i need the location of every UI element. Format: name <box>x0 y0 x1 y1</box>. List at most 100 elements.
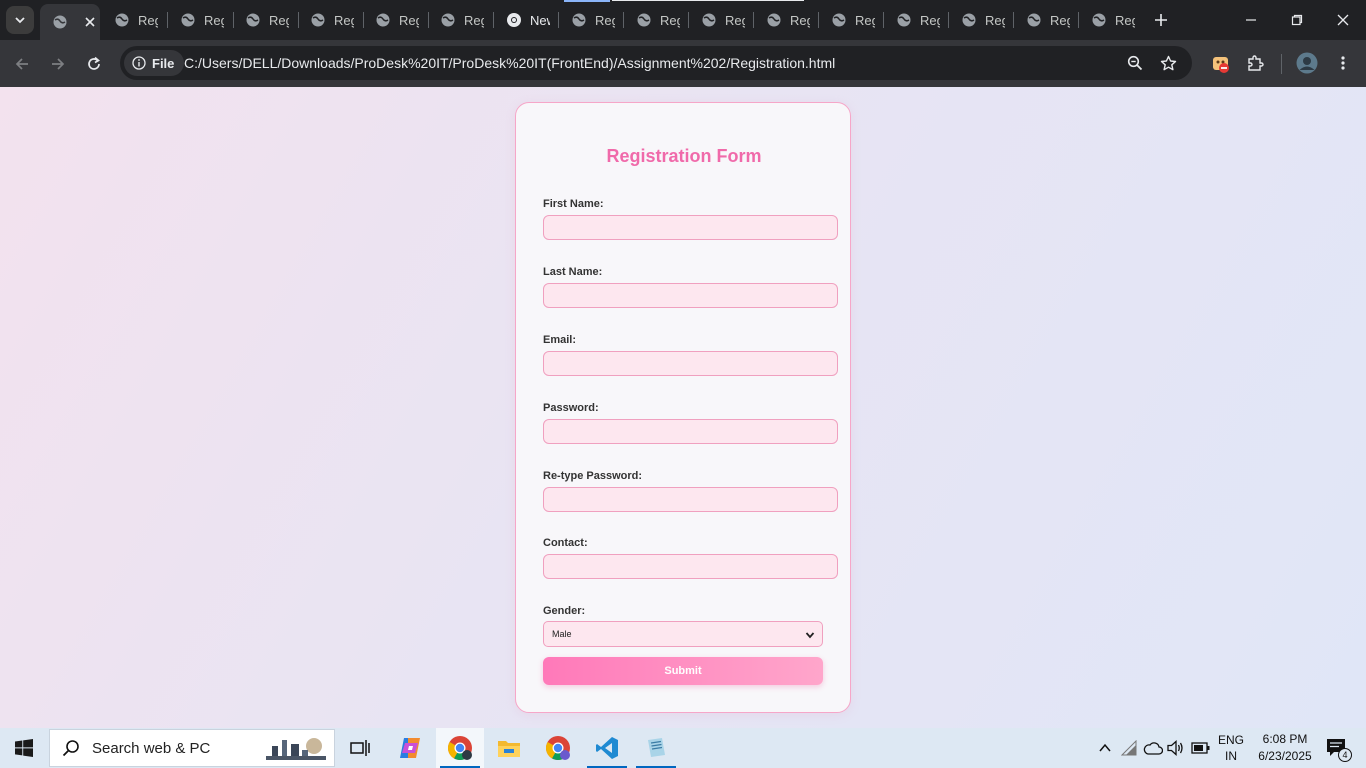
tab-label: Reg <box>399 12 419 28</box>
clock-date[interactable]: 6/23/2025 <box>1252 749 1318 763</box>
globe-icon <box>53 15 67 29</box>
minimize-button[interactable] <box>1228 0 1274 40</box>
retype-password-input[interactable] <box>543 487 838 512</box>
extension-blocker-icon <box>1213 57 1229 73</box>
input-language[interactable]: ENG <box>1214 733 1248 747</box>
chrome-profile-taskbar-button[interactable] <box>534 728 582 768</box>
clock-time[interactable]: 6:08 PM <box>1252 732 1318 746</box>
tab-reg-14[interactable]: Reg <box>1014 4 1078 36</box>
globe-icon <box>1092 13 1106 27</box>
tab-reg-11[interactable]: Reg <box>819 4 883 36</box>
network-button[interactable] <box>1120 738 1140 758</box>
globe-icon <box>376 13 390 27</box>
cloud-icon <box>1143 742 1163 755</box>
close-window-button[interactable] <box>1320 0 1366 40</box>
tab-search-button[interactable] <box>6 6 34 34</box>
tab-reg-7[interactable]: Reg <box>559 4 623 36</box>
form-title: Registration Form <box>606 146 762 166</box>
input-region[interactable]: IN <box>1214 749 1248 763</box>
plus-icon <box>1155 14 1167 26</box>
tab-label: Reg <box>790 12 810 28</box>
email-label: Email: <box>543 334 577 346</box>
battery-icon <box>1191 742 1210 754</box>
tab-reg-4[interactable]: Reg <box>298 4 362 36</box>
gender-select[interactable]: Male <box>543 621 823 647</box>
notepad-taskbar-button[interactable] <box>632 728 680 768</box>
tab-reg-13[interactable]: Reg <box>949 4 1013 36</box>
tab-reg-5[interactable]: Reg <box>363 4 427 36</box>
file-explorer-button[interactable] <box>485 728 533 768</box>
globe-icon <box>832 13 846 27</box>
chevron-down-icon <box>15 17 25 24</box>
reload-button[interactable] <box>78 48 110 80</box>
tab-reg-6[interactable]: Reg <box>428 4 492 36</box>
submit-button[interactable]: Submit <box>543 657 823 685</box>
registration-card: Registration Form First Name: Last Name:… <box>515 102 851 713</box>
menu-button[interactable] <box>1331 51 1355 75</box>
start-button[interactable] <box>0 728 48 768</box>
folder-icon <box>498 741 520 757</box>
back-button[interactable] <box>6 48 38 80</box>
onedrive-button[interactable] <box>1143 738 1163 758</box>
last-name-input[interactable] <box>543 283 838 308</box>
tab-active[interactable] <box>40 4 100 40</box>
profile-button[interactable] <box>1295 51 1319 75</box>
globe-icon <box>115 13 129 27</box>
contact-input[interactable] <box>543 554 838 579</box>
globe-icon <box>572 13 586 27</box>
info-icon <box>132 56 146 70</box>
copilot-icon <box>400 738 420 758</box>
site-chip-label: File <box>152 55 175 71</box>
show-hidden-icons-button[interactable] <box>1095 738 1115 758</box>
tab-reg-2[interactable]: Reg <box>168 4 232 36</box>
forward-button[interactable] <box>42 48 74 80</box>
extensions-button[interactable] <box>1243 51 1267 75</box>
wifi-icon <box>1121 740 1137 756</box>
globe-icon <box>767 13 781 27</box>
site-info-chip[interactable]: File <box>124 50 185 76</box>
globe-icon <box>897 13 911 27</box>
battery-button[interactable] <box>1191 738 1211 758</box>
vscode-taskbar-button[interactable] <box>583 728 631 768</box>
first-name-input[interactable] <box>543 215 838 240</box>
kebab-menu-icon <box>1341 56 1345 70</box>
zoom-button[interactable] <box>1125 53 1145 73</box>
password-label: Password: <box>543 402 599 414</box>
tab-reg-8[interactable]: Reg <box>624 4 688 36</box>
restore-button[interactable] <box>1274 0 1320 40</box>
last-name-label: Last Name: <box>543 266 603 278</box>
gender-selected-value: Male <box>552 629 572 639</box>
tab-reg-3[interactable]: Reg <box>233 4 297 36</box>
address-bar[interactable]: File C:/Users/DELL/Downloads/ProDesk%20I… <box>120 46 1192 80</box>
chrome-icon <box>447 736 472 761</box>
tab-reg-10[interactable]: Reg <box>754 4 818 36</box>
minimize-icon <box>1246 19 1256 21</box>
tab-new-tab[interactable]: New <box>494 4 558 36</box>
tab-reg-9[interactable]: Reg <box>689 4 753 36</box>
tab-reg-12[interactable]: Reg <box>884 4 948 36</box>
chrome-taskbar-button[interactable] <box>436 728 484 768</box>
taskbar-search-box[interactable]: Search web & PC <box>49 729 335 767</box>
volume-button[interactable] <box>1166 738 1186 758</box>
globe-icon <box>1027 13 1041 27</box>
windows-taskbar: Search web & PC ENG IN 6:08 PM 6/23/2025… <box>0 728 1366 768</box>
url-text[interactable]: C:/Users/DELL/Downloads/ProDesk%20IT/Pro… <box>184 55 835 71</box>
email-input[interactable] <box>543 351 838 376</box>
close-icon[interactable] <box>82 14 98 30</box>
windows-logo-icon <box>15 739 33 757</box>
tab-reg-1[interactable]: Reg <box>102 4 166 36</box>
password-input[interactable] <box>543 419 838 444</box>
bookmark-button[interactable] <box>1158 53 1178 73</box>
star-icon <box>1160 55 1176 70</box>
extension-blocker-button[interactable] <box>1209 51 1233 75</box>
tab-label: Reg <box>725 12 745 28</box>
copilot-button[interactable] <box>386 728 434 768</box>
browser-tab-strip: Reg Reg Reg Reg Reg Reg New Reg Reg Re <box>0 0 1366 40</box>
new-tab-button[interactable] <box>1148 8 1174 32</box>
arrow-left-icon <box>15 58 28 70</box>
globe-icon <box>962 13 976 27</box>
task-view-button[interactable] <box>336 728 384 768</box>
puzzle-icon <box>1248 55 1264 71</box>
notification-center-button[interactable]: 4 <box>1324 738 1352 762</box>
tab-reg-15[interactable]: Reg <box>1079 4 1143 36</box>
